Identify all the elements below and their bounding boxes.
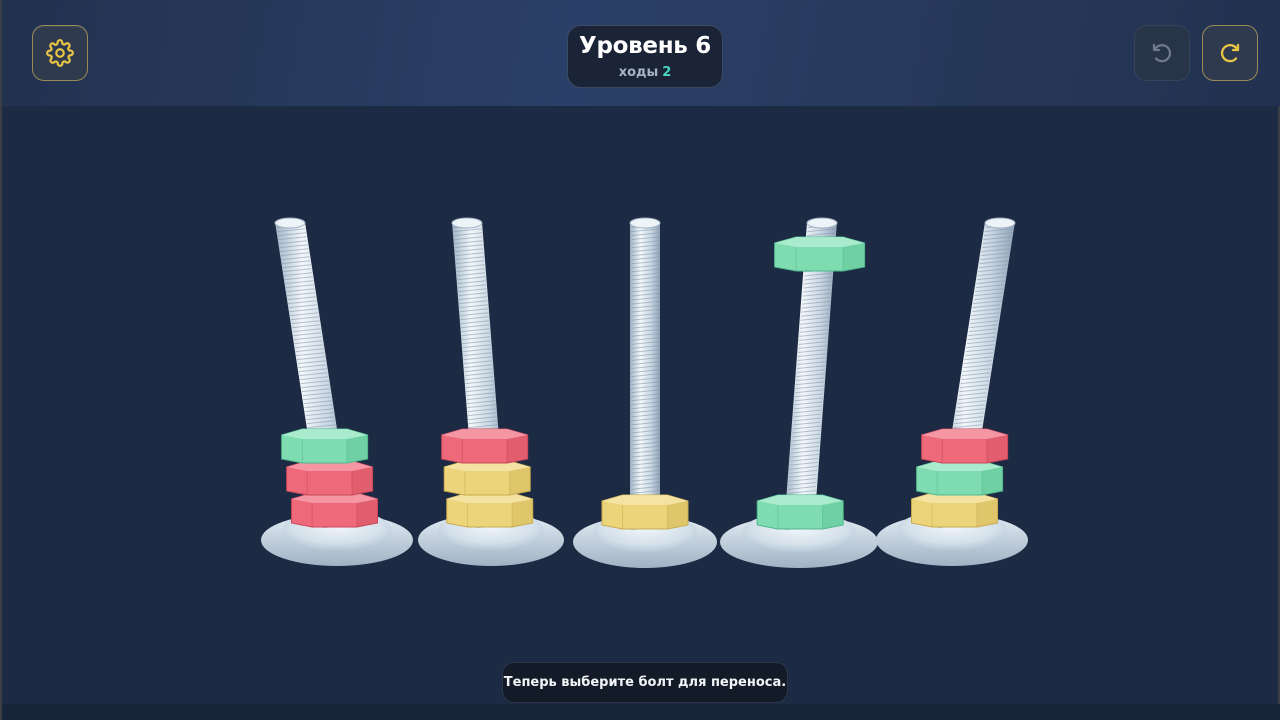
nut-green xyxy=(281,428,369,464)
nut-red xyxy=(441,428,529,464)
bolt-shaft xyxy=(630,220,660,531)
hint-toast: Теперь выберите болт для переноса. xyxy=(502,662,788,703)
nut-red xyxy=(921,428,1009,464)
game-frame: Уровень 6 ходы 2 Теперь выберите болт дл… xyxy=(0,0,1280,720)
nut-green xyxy=(916,460,1004,496)
nut-yellow xyxy=(443,460,531,496)
bolt-4[interactable] xyxy=(720,217,878,568)
bolt-2[interactable] xyxy=(418,217,564,566)
bolt-tip xyxy=(806,217,838,229)
lifted-nut-green xyxy=(774,236,866,272)
bolt-tip xyxy=(274,217,306,229)
nut-green xyxy=(756,494,844,530)
bolt-1[interactable] xyxy=(261,217,413,566)
nut-red xyxy=(291,492,379,528)
nut-red xyxy=(286,460,374,496)
bolt-tip xyxy=(984,217,1016,229)
bolt-board xyxy=(261,217,1028,568)
bolt-tip xyxy=(451,217,483,229)
bolt-5[interactable] xyxy=(876,217,1028,566)
bottom-strip xyxy=(2,704,1280,720)
bolt-3[interactable] xyxy=(573,217,717,568)
nut-yellow xyxy=(911,492,999,528)
nut-yellow xyxy=(601,494,689,530)
bolt-tip xyxy=(629,217,661,229)
nut-yellow xyxy=(446,492,534,528)
